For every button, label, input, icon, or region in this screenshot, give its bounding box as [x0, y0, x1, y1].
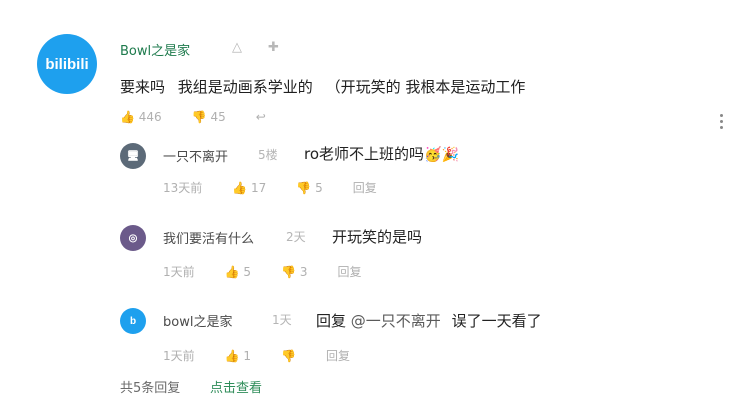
- reply-button[interactable]: ↩: [256, 110, 266, 124]
- reply-actions: 1天前 👍 5 👎 3 回复: [163, 263, 361, 280]
- reply-tag: 2天: [286, 230, 306, 244]
- reply-avatar[interactable]: ◎: [120, 225, 146, 251]
- mention-link[interactable]: @一只不离开: [351, 312, 441, 330]
- reply-avatar[interactable]: 🖥: [120, 143, 146, 169]
- reply-username[interactable]: 一只不离开: [163, 146, 228, 165]
- reply-avatar[interactable]: b: [120, 308, 146, 334]
- comment-actions: 👍 446 👎 45 ↩: [120, 110, 266, 124]
- reply-button[interactable]: 👎 3: [281, 265, 307, 279]
- like-button[interactable]: 👍 446: [120, 110, 162, 124]
- reply-tag: 1天: [272, 313, 292, 327]
- view-more-link[interactable]: 点击查看: [210, 377, 262, 396]
- reply-username[interactable]: bowl之是家: [163, 311, 232, 330]
- thumb-up-icon[interactable]: △: [232, 40, 242, 55]
- reply-tag: 5楼: [258, 148, 278, 162]
- reply-username[interactable]: 我们要活有什么: [163, 228, 254, 247]
- more-options-icon[interactable]: [720, 114, 723, 129]
- reply-link[interactable]: 回复: [337, 263, 361, 280]
- dislike-button[interactable]: 👍 5: [225, 265, 251, 279]
- emoji-icon: 🥳🎉: [424, 147, 459, 163]
- reply-actions: 1天前 👍 1 👎 回复: [163, 347, 350, 364]
- avatar[interactable]: bilibili: [37, 34, 97, 94]
- reply-button[interactable]: 👎 5: [296, 181, 322, 195]
- reply-button[interactable]: 👎: [281, 349, 296, 363]
- reply-link[interactable]: 回复: [353, 179, 377, 196]
- dislike-button[interactable]: 👍 17: [232, 181, 266, 195]
- like-button[interactable]: 13天前: [163, 179, 202, 196]
- reply-link[interactable]: 回复: [326, 347, 350, 364]
- like-button[interactable]: 1天前: [163, 347, 195, 364]
- reply-text: 开玩笑的是吗: [332, 228, 423, 246]
- dislike-button[interactable]: 👍 1: [225, 349, 251, 363]
- pin-icon: ✚: [268, 40, 279, 55]
- comment-username[interactable]: Bowl之是家: [120, 40, 190, 59]
- reply-count: 共5条回复: [120, 381, 181, 396]
- like-button[interactable]: 1天前: [163, 263, 195, 280]
- reply-actions: 13天前 👍 17 👎 5 回复: [163, 179, 377, 196]
- reply-text: 回复 @一只不离开 误了一天看了: [316, 312, 542, 330]
- reply-text: ro老师不上班的吗🥳🎉: [304, 145, 459, 163]
- avatar-text: bilibili: [45, 55, 89, 73]
- dislike-button[interactable]: 👎 45: [192, 110, 226, 124]
- comment-text: 要来吗 我组是动画系学业的 （开玩笑的 我根本是运动工作: [120, 78, 526, 96]
